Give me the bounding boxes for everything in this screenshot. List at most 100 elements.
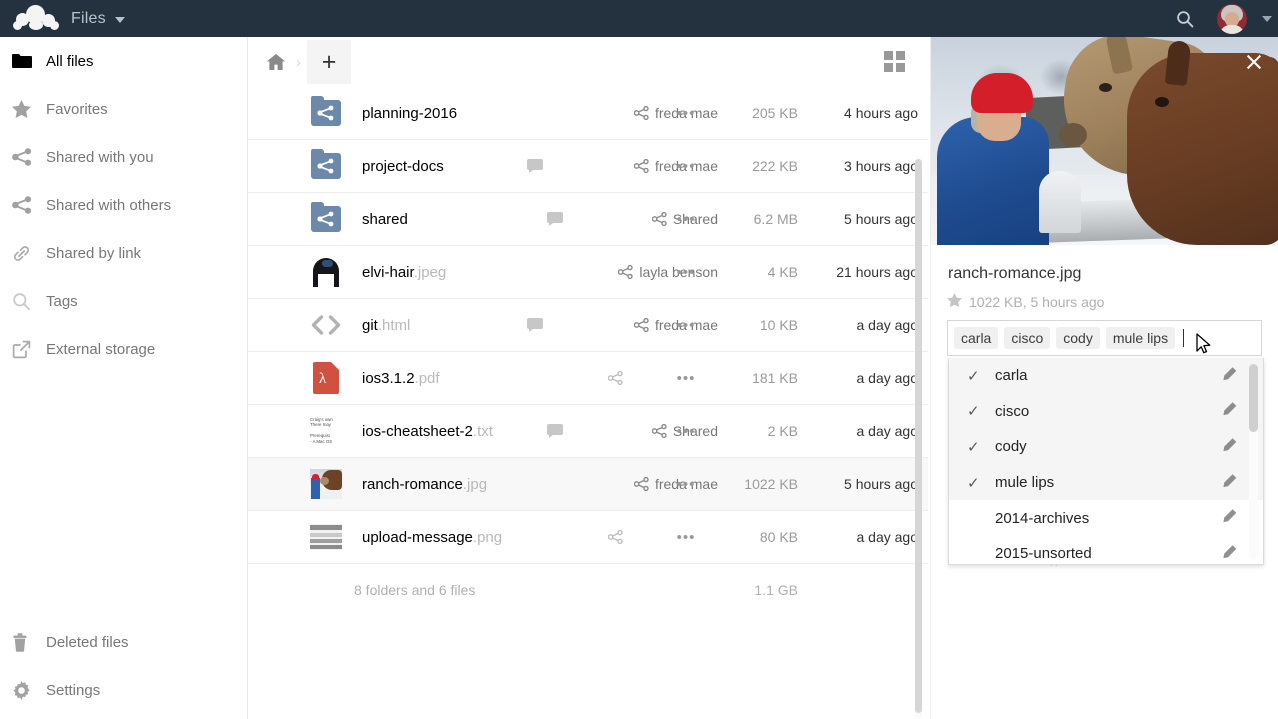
share-icon [652,424,667,438]
file-date: a day ago [808,529,918,545]
tag-dropdown[interactable]: ✓ carla ✓ cisco ✓ cody [948,358,1264,565]
sidebar-bottom-group: Deleted files Settings [0,618,247,714]
new-file-button[interactable]: + [307,40,351,84]
tag-option-label: 2015-unsorted [995,545,1092,562]
tag-option-label: 2014-archives [995,510,1089,527]
file-name[interactable]: ios3.1.2.pdf [362,370,440,387]
pencil-icon[interactable] [1222,366,1237,385]
trash-icon [12,633,44,652]
sidebar-item-shared-with-others[interactable]: Shared with others [0,181,247,229]
tag-option[interactable]: 2015-unsorted [949,536,1263,565]
check-icon: ✓ [967,402,995,420]
file-name[interactable]: ios-cheatsheet-2.txt [362,423,493,440]
pencil-icon[interactable] [1222,437,1237,456]
table-row[interactable]: elvi-hair.jpeg layla benson ••• 4 KB 21 … [248,246,928,299]
file-name[interactable]: planning-2016 [362,105,457,122]
tag-chip[interactable]: cody [1056,327,1100,349]
table-row[interactable]: ranch-romance.jpg freda mae ••• 1022 KB … [248,458,928,511]
file-name[interactable]: upload-message.png [362,529,502,546]
nextcloud-logo[interactable] [13,5,59,33]
app-menu-chevron-down-icon[interactable] [115,17,125,23]
file-extension: .html [378,317,411,334]
mouse-cursor [1196,333,1212,360]
pencil-icon[interactable] [1222,509,1237,528]
sidebar-item-tags[interactable]: Tags [0,277,247,325]
file-preview-image[interactable] [931,37,1278,245]
sidebar-item-deleted-files[interactable]: Deleted files [0,618,247,666]
external-link-icon [12,340,44,359]
sidebar-item-favorites[interactable]: Favorites [0,85,247,133]
shared-folder-icon [298,206,354,232]
sidebar-item-all-files[interactable]: All files [0,37,247,85]
sidebar-item-shared-by-link[interactable]: Shared by link [0,229,247,277]
file-date: 3 hours ago [808,158,918,174]
sidebar-item-shared-with-you[interactable]: Shared with you [0,133,247,181]
file-list-scrollbar[interactable] [915,159,922,719]
image-thumbnail [298,524,354,550]
star-icon[interactable] [947,293,962,310]
tag-chip[interactable]: cisco [1004,327,1050,349]
details-meta-label: 1022 KB, 5 hours ago [969,294,1104,310]
check-icon: ✓ [967,474,995,492]
file-name[interactable]: git.html [362,317,410,334]
share-icon [618,265,633,279]
tag-chip[interactable]: carla [954,327,998,349]
tag-option[interactable]: ✓ cisco [949,394,1263,430]
table-row[interactable]: planning-2016 freda mae ••• 205 KB 4 hou… [248,87,928,140]
shared-folder-icon [298,153,354,179]
table-row[interactable]: upload-message.png ••• 80 KB a day ago [248,511,928,564]
check-icon: ✓ [967,438,995,456]
table-row[interactable]: project-docs freda mae [248,140,928,193]
share-action[interactable] [588,530,648,544]
pencil-icon[interactable] [1222,402,1237,421]
table-row[interactable]: λ ios3.1.2.pdf ••• 1 [248,352,928,405]
file-name[interactable]: elvi-hair.jpeg [362,264,446,281]
details-filename: ranch-romance.jpg [948,265,1278,283]
sidebar-item-label: Settings [46,682,100,699]
file-extension: .pdf [415,370,440,387]
sidebar-item-label: Tags [46,293,78,310]
share-action[interactable] [588,371,648,385]
tag-option[interactable]: ✓ mule lips [949,465,1263,501]
sidebar-item-external-storage[interactable]: External storage [0,325,247,373]
app-title[interactable]: Files [71,10,106,28]
search-icon[interactable] [1162,0,1208,37]
avatar[interactable] [1208,0,1256,37]
tag-option[interactable]: ✓ carla [949,358,1263,394]
file-extension: .png [473,529,502,546]
file-basename: ios3.1.2 [362,370,415,387]
summary-count: 8 folders and 6 files [354,582,475,598]
breadcrumb-separator: › [296,54,301,71]
table-row[interactable]: Craig's ownThere mayPrerequisi- A Mac OS… [248,405,928,458]
file-name[interactable]: ranch-romance.jpg [362,476,487,493]
tags-input[interactable]: carla cisco cody mule lips [947,320,1262,356]
file-name[interactable]: shared [362,211,408,228]
tag-option[interactable]: 2014-archives [949,500,1263,536]
nextcloud-files-app: Files [0,0,1278,719]
file-name[interactable]: project-docs [362,158,444,175]
file-basename: git [362,317,378,334]
details-meta: 1022 KB, 5 hours ago [947,293,1278,310]
sidebar-item-settings[interactable]: Settings [0,666,247,714]
table-row[interactable]: shared Shared • [248,193,928,246]
gear-icon [12,681,44,700]
home-icon[interactable] [266,53,294,71]
user-menu-chevron-down-icon[interactable] [1256,0,1278,37]
text-caret [1183,329,1184,347]
file-list-controls: › + [248,37,928,87]
pencil-icon[interactable] [1222,473,1237,492]
file-size: 4 KB [688,264,798,280]
grid-view-icon[interactable] [884,51,906,73]
table-row[interactable]: git.html freda mae [248,299,928,352]
tag-dropdown-scrollbar[interactable] [1249,364,1258,560]
sidebar-item-label: Shared with others [46,197,171,214]
sidebar-item-label: Favorites [46,101,108,118]
pencil-icon[interactable] [1222,544,1237,563]
close-icon[interactable] [1245,53,1263,71]
sidebar: All files Favorites Shared with you [0,37,248,719]
tag-option[interactable]: ✓ cody [949,429,1263,465]
sidebar-item-label: Shared by link [46,245,141,262]
file-basename: ranch-romance [362,476,463,493]
tag-chip[interactable]: mule lips [1106,327,1175,349]
sidebar-item-label: External storage [46,341,155,358]
